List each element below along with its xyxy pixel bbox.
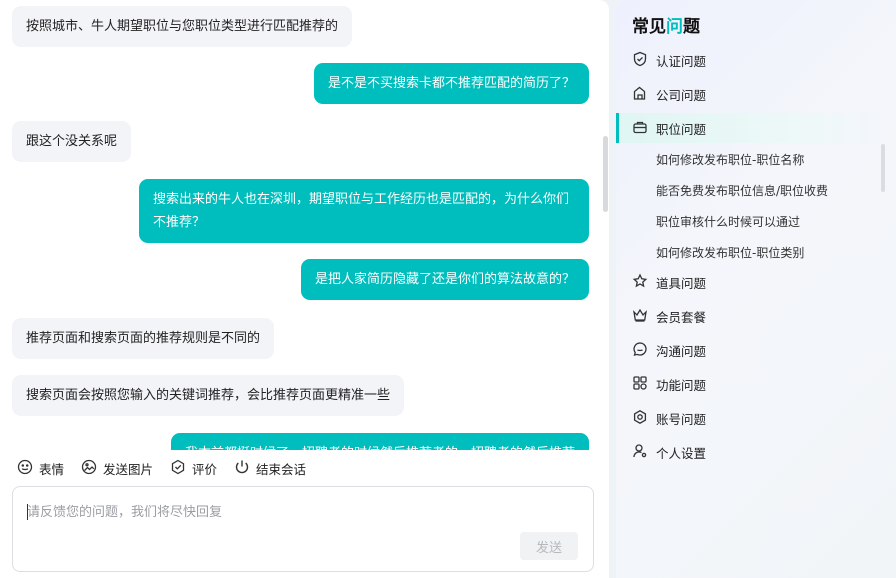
faq-title-accent: 问 — [666, 17, 683, 37]
faq-item-certification[interactable]: 认证问题 — [616, 45, 886, 75]
message-incoming: 按照城市、牛人期望职位与您职位类型进行匹配推荐的 — [12, 6, 353, 47]
faq-item-membership[interactable]: 会员套餐 — [616, 301, 886, 331]
faq-item-label: 道具问题 — [656, 275, 707, 291]
message-input[interactable] — [27, 501, 579, 541]
message-list[interactable]: 按照城市、牛人期望职位与您职位类型进行匹配推荐的 是不是不买搜索卡都不推荐匹配的… — [0, 0, 609, 450]
end-session-button[interactable]: 结束会话 — [234, 459, 306, 478]
faq-item-label: 沟通问题 — [656, 343, 707, 359]
faq-sidebar: 常见问题 认证问题 公司问题 职位问题 如何修改发布职位-职位名称 能否免费发布… — [616, 0, 896, 578]
end-session-label: 结束会话 — [256, 461, 307, 477]
chat-scrollbar[interactable] — [603, 136, 608, 212]
message-incoming: 推荐页面和搜索页面的推荐规则是不同的 — [12, 318, 275, 359]
message-incoming: 跟这个没关系呢 — [12, 121, 132, 162]
star-icon — [632, 272, 648, 292]
grid-icon — [632, 375, 648, 394]
emoji-button[interactable]: 表情 — [17, 459, 64, 478]
shield-check-icon — [632, 51, 648, 70]
faq-title-tail: 题 — [683, 17, 700, 37]
rate-icon — [170, 459, 186, 478]
faq-item-label: 功能问题 — [656, 377, 707, 393]
text-caret — [27, 504, 28, 520]
rate-label: 评价 — [192, 461, 218, 477]
gear-icon — [632, 409, 648, 428]
faq-sub-item[interactable]: 能否免费发布职位信息/职位收费 — [656, 178, 886, 202]
building-icon — [632, 85, 648, 104]
faq-item-label: 个人设置 — [656, 445, 707, 461]
message-outgoing: 是把人家简历隐藏了还是你们的算法故意的？ — [300, 259, 589, 300]
chat-toolbar: 表情 发送图片 评价 结束会话 — [0, 450, 609, 486]
faq-item-position[interactable]: 职位问题 — [616, 113, 886, 143]
faq-item-label: 会员套餐 — [656, 309, 707, 325]
send-image-label: 发送图片 — [103, 461, 154, 477]
message-outgoing: 搜索出来的牛人也在深圳，期望职位与工作经历也是匹配的，为什么你们不推荐？ — [139, 179, 589, 243]
smiley-icon — [17, 459, 33, 478]
faq-item-label: 账号问题 — [656, 411, 707, 427]
faq-item-label: 职位问题 — [656, 121, 707, 137]
faq-sub-item[interactable]: 如何修改发布职位-职位类别 — [656, 240, 886, 264]
faq-item-personal-settings[interactable]: 个人设置 — [616, 437, 886, 467]
faq-scrollbar[interactable] — [881, 144, 885, 192]
faq-item-props[interactable]: 道具问题 — [616, 267, 886, 297]
faq-title: 常见问题 — [632, 12, 700, 37]
chat-bubble-icon — [632, 341, 648, 360]
faq-sub-item[interactable]: 职位审核什么时候可以通过 — [656, 209, 886, 233]
faq-title-main: 常见 — [632, 17, 666, 37]
image-icon — [81, 459, 97, 478]
user-settings-icon — [632, 443, 648, 462]
rate-button[interactable]: 评价 — [170, 459, 217, 478]
message-incoming: 搜索页面会按照您输入的关键词推荐，会比推荐页面更精准一些 — [12, 375, 405, 416]
briefcase-icon — [632, 119, 648, 138]
message-outgoing: 是不是不买搜索卡都不推荐匹配的简历了？ — [313, 63, 589, 104]
faq-item-account[interactable]: 账号问题 — [616, 403, 886, 433]
faq-item-label: 认证问题 — [656, 53, 707, 69]
faq-item-communication[interactable]: 沟通问题 — [616, 335, 886, 365]
power-icon — [234, 459, 250, 478]
faq-item-label: 公司问题 — [656, 87, 707, 103]
message-input-box: 发送 — [12, 486, 594, 572]
faq-item-company[interactable]: 公司问题 — [616, 79, 886, 109]
faq-sub-item[interactable]: 如何修改发布职位-职位名称 — [656, 147, 886, 171]
send-button[interactable]: 发送 — [520, 532, 578, 560]
message-outgoing: 我本前都挺时候了，招聘者的时候然后推荐者的，招聘者的然后推荐 — [170, 433, 589, 450]
chat-panel: 按照城市、牛人期望职位与您职位类型进行匹配推荐的 是不是不买搜索卡都不推荐匹配的… — [0, 0, 609, 578]
send-image-button[interactable]: 发送图片 — [81, 459, 153, 478]
emoji-label: 表情 — [39, 461, 65, 477]
crown-icon — [632, 307, 648, 326]
faq-item-features[interactable]: 功能问题 — [616, 369, 886, 399]
